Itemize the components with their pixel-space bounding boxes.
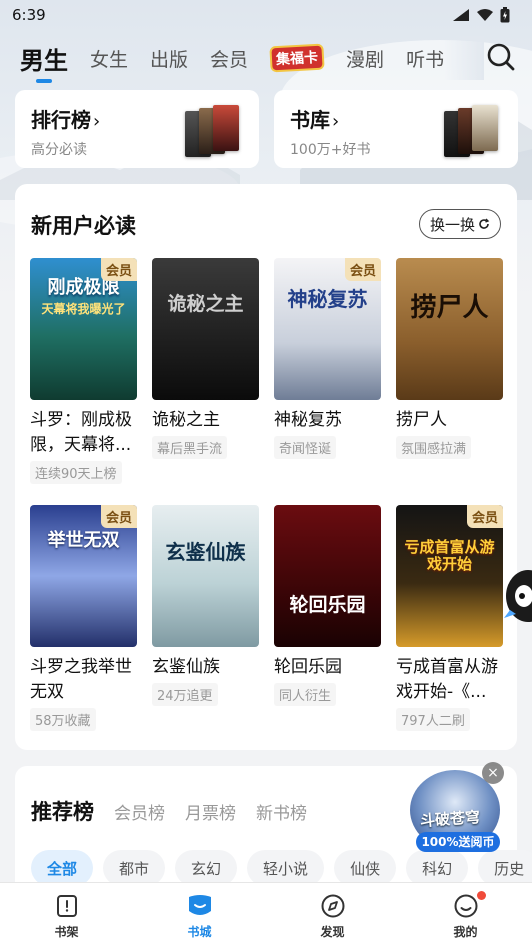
book-cover: 诡秘之主 <box>152 258 259 400</box>
chip-light-novel[interactable]: 轻小说 <box>247 850 325 886</box>
compass-icon <box>321 894 344 918</box>
rank-tab-vip[interactable]: 会员榜 <box>114 799 165 824</box>
tab-manju[interactable]: 漫剧 <box>346 45 384 72</box>
chip-history[interactable]: 历史 <box>478 850 532 886</box>
book-tag: 奇闻怪诞 <box>274 436 337 459</box>
book-item[interactable]: 捞尸人 捞尸人 氛围感拉满 <box>396 258 503 459</box>
tab-male[interactable]: 男生 <box>20 41 68 83</box>
book-item[interactable]: 轮回乐园 轮回乐园 同人衍生 <box>274 505 381 706</box>
bookstore-icon <box>188 895 211 915</box>
rank-tab-recommend[interactable]: 推荐榜 <box>31 796 94 826</box>
nav-discover[interactable]: 发现 <box>266 883 399 946</box>
book-item[interactable]: 刚成极限 天幕将我曝光了 会员 斗罗：刚成极限，天幕将... 连续90天上榜 <box>30 258 137 484</box>
section-title: 新用户必读 <box>31 214 136 238</box>
bookshelf-icon <box>56 895 77 917</box>
promo-widget[interactable]: 斗破苍穹 100%送阅币 × <box>408 762 504 854</box>
close-icon[interactable]: × <box>482 762 504 784</box>
tab-vip[interactable]: 会员 <box>210 45 248 72</box>
new-user-section: 新用户必读 换一换 刚成极限 天幕将我曝光了 会员 斗罗：刚成极限，天幕将...… <box>15 184 517 750</box>
promo-label: 100%送阅币 <box>416 832 500 852</box>
book-item[interactable]: 玄鉴仙族 玄鉴仙族 24万追更 <box>152 505 259 706</box>
book-item[interactable]: 亏成首富从游戏开始 会员 亏成首富从游戏开始-《... 797人二刷 <box>396 505 503 731</box>
tabs-fade <box>444 36 484 80</box>
vip-badge: 会员 <box>100 258 137 281</box>
chip-urban[interactable]: 都市 <box>103 850 166 886</box>
genre-chips: 全部 都市 玄幻 轻小说 仙侠 科幻 历史 <box>31 850 532 886</box>
library-cover-stack <box>444 105 502 157</box>
tab-audiobook[interactable]: 听书 <box>406 45 444 72</box>
mascot-icon[interactable] <box>502 566 532 626</box>
book-cover: 举世无双 会员 <box>30 505 137 647</box>
book-title: 神秘复苏 <box>274 410 342 430</box>
tab-publish[interactable]: 出版 <box>150 45 188 72</box>
bottom-nav: 书架 书城 发现 我的 <box>0 882 532 946</box>
search-icon[interactable] <box>486 42 516 72</box>
nav-profile[interactable]: 我的 <box>399 883 532 946</box>
book-item[interactable]: 神秘复苏 会员 神秘复苏 奇闻怪诞 <box>274 258 381 459</box>
nav-label: 我的 <box>453 925 478 939</box>
profile-icon <box>454 894 477 918</box>
fuka-badge: 集福卡 <box>269 43 325 73</box>
ranking-card[interactable]: 排行榜 › 高分必读 <box>15 90 259 168</box>
book-title: 亏成首富从游戏开始-《... <box>396 657 498 702</box>
book-cover: 捞尸人 <box>396 258 503 400</box>
book-title: 斗罗之我举世无双 <box>30 657 132 702</box>
battery-icon <box>500 7 510 23</box>
chip-xianxia[interactable]: 仙侠 <box>334 850 397 886</box>
rank-tab-new[interactable]: 新书榜 <box>256 799 307 824</box>
book-item[interactable]: 举世无双 会员 斗罗之我举世无双 58万收藏 <box>30 505 137 731</box>
book-title: 玄鉴仙族 <box>152 657 220 677</box>
book-tag: 58万收藏 <box>30 708 96 731</box>
nav-bookshelf[interactable]: 书架 <box>0 883 133 946</box>
ranking-tabs: 推荐榜 会员榜 月票榜 新书榜 <box>31 796 307 826</box>
book-tag: 797人二刷 <box>396 708 470 731</box>
book-cover: 亏成首富从游戏开始 会员 <box>396 505 503 647</box>
book-title: 捞尸人 <box>396 410 447 430</box>
refresh-icon <box>479 218 490 229</box>
nav-label: 书城 <box>187 925 212 939</box>
promo-title: 斗破苍穹 <box>419 807 481 831</box>
ranking-cover-stack <box>185 105 243 157</box>
vip-badge: 会员 <box>466 505 503 528</box>
status-time: 6:39 <box>12 6 46 24</box>
notification-dot <box>477 891 486 900</box>
tab-female[interactable]: 女生 <box>90 45 128 72</box>
book-cover: 神秘复苏 会员 <box>274 258 381 400</box>
chip-fantasy[interactable]: 玄幻 <box>175 850 238 886</box>
book-title: 轮回乐园 <box>274 657 342 677</box>
book-cover: 刚成极限 天幕将我曝光了 会员 <box>30 258 137 400</box>
chip-scifi[interactable]: 科幻 <box>406 850 469 886</box>
swap-label: 换一换 <box>429 215 475 234</box>
book-title: 诡秘之主 <box>152 410 220 430</box>
nav-bookstore[interactable]: 书城 <box>133 883 266 946</box>
book-tag: 氛围感拉满 <box>396 436 472 459</box>
rank-tab-monthly[interactable]: 月票榜 <box>185 799 236 824</box>
book-cover: 轮回乐园 <box>274 505 381 647</box>
status-bar: 6:39 <box>0 0 532 30</box>
book-title: 斗罗：刚成极限，天幕将... <box>30 410 132 455</box>
book-tag: 连续90天上榜 <box>30 461 122 484</box>
vip-badge: 会员 <box>344 258 381 281</box>
book-tag: 幕后黑手流 <box>152 436 228 459</box>
vip-badge: 会员 <box>100 505 137 528</box>
book-item[interactable]: 诡秘之主 诡秘之主 幕后黑手流 <box>152 258 259 459</box>
status-icons <box>452 7 510 23</box>
book-tag: 同人衍生 <box>274 683 337 706</box>
chip-all[interactable]: 全部 <box>31 850 94 886</box>
nav-label: 发现 <box>320 925 345 939</box>
nav-label: 书架 <box>54 925 79 939</box>
swap-button[interactable]: 换一换 <box>418 209 501 239</box>
wifi-icon <box>477 9 493 21</box>
book-tag: 24万追更 <box>152 683 218 706</box>
signal-icon <box>453 9 469 21</box>
book-cover: 玄鉴仙族 <box>152 505 259 647</box>
tab-fuka[interactable]: 集福卡 <box>269 43 325 73</box>
library-card[interactable]: 书库 › 100万+好书 <box>274 90 518 168</box>
